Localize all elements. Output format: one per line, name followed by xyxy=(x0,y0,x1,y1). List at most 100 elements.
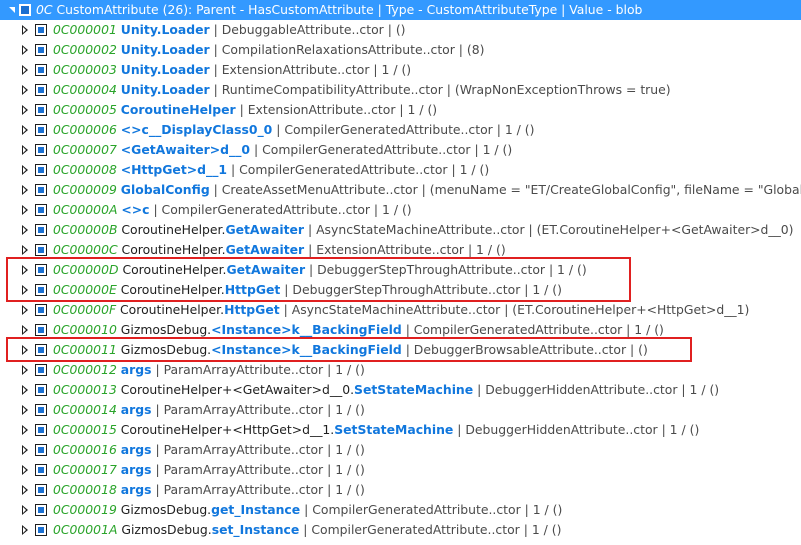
tree-node-customattribute-row[interactable]: 0C000006 <>c__DisplayClass0_0 | Compiler… xyxy=(0,120,801,140)
expand-toggle-closed-icon[interactable] xyxy=(18,40,32,60)
expand-toggle-closed-icon[interactable] xyxy=(18,400,32,420)
expand-toggle-open-icon[interactable] xyxy=(5,0,19,20)
row-token: 0C000007 xyxy=(53,142,117,157)
attribute-row-icon xyxy=(35,304,47,316)
tree-node-customattribute-row[interactable]: 0C000009 GlobalConfig | CreateAssetMenuA… xyxy=(0,180,801,200)
expand-toggle-closed-icon[interactable] xyxy=(18,60,32,80)
tree-node-customattribute-row[interactable]: 0C000014 args | ParamArrayAttribute..cto… xyxy=(0,400,801,420)
expand-toggle-closed-icon[interactable] xyxy=(18,140,32,160)
attribute-row-icon xyxy=(35,64,47,76)
tree-node-label: 0C000006 <>c__DisplayClass0_0 | Compiler… xyxy=(53,120,534,140)
row-attribute-detail: | DebuggerBrowsableAttribute..ctor | () xyxy=(401,342,648,357)
row-token: 0C00001A xyxy=(53,522,118,537)
tree-node-customattribute-row[interactable]: 0C000011 GizmosDebug.<Instance>k__Backin… xyxy=(0,340,801,360)
expand-toggle-closed-icon[interactable] xyxy=(18,260,32,280)
expand-toggle-closed-icon[interactable] xyxy=(18,520,32,540)
expand-toggle-closed-icon[interactable] xyxy=(18,420,32,440)
expand-toggle-closed-icon[interactable] xyxy=(18,220,32,240)
tree-node-label: 0C000017 args | ParamArrayAttribute..cto… xyxy=(53,460,365,480)
tree-node-customattribute-row[interactable]: 0C00000D CoroutineHelper.GetAwaiter | De… xyxy=(0,260,801,280)
attribute-row-icon xyxy=(35,524,47,536)
tree-node-customattribute-row[interactable]: 0C000013 CoroutineHelper+<GetAwaiter>d__… xyxy=(0,380,801,400)
row-token: 0C000019 xyxy=(53,502,117,517)
tree-node-label: 0C000019 GizmosDebug.get_Instance | Comp… xyxy=(53,500,562,520)
table-description: CustomAttribute (26): Parent - HasCustom… xyxy=(52,2,643,17)
expand-toggle-closed-icon[interactable] xyxy=(18,200,32,220)
tree-node-label: 0C00000B CoroutineHelper.GetAwaiter | As… xyxy=(53,220,794,240)
tree-node-customattribute-row[interactable]: 0C000018 args | ParamArrayAttribute..cto… xyxy=(0,480,801,500)
row-owner-prefix: CoroutineHelper. xyxy=(117,242,226,257)
row-owner-name: Unity.Loader xyxy=(120,42,210,57)
metadata-tree: 0C CustomAttribute (26): Parent - HasCus… xyxy=(0,0,801,540)
row-attribute-detail: | DebuggerHiddenAttribute..ctor | 1 / () xyxy=(473,382,720,397)
expand-toggle-closed-icon[interactable] xyxy=(18,440,32,460)
expand-toggle-closed-icon[interactable] xyxy=(18,160,32,180)
row-token: 0C000018 xyxy=(53,482,117,497)
row-attribute-detail: | ExtensionAttribute..ctor | 1 / () xyxy=(304,242,506,257)
row-attribute-detail: | DebuggerHiddenAttribute..ctor | 1 / () xyxy=(453,422,700,437)
expand-toggle-closed-icon[interactable] xyxy=(18,500,32,520)
tree-node-label: 0C00000D CoroutineHelper.GetAwaiter | De… xyxy=(53,260,587,280)
expand-toggle-closed-icon[interactable] xyxy=(18,340,32,360)
expand-toggle-closed-icon[interactable] xyxy=(18,80,32,100)
tree-node-customattribute-table[interactable]: 0C CustomAttribute (26): Parent - HasCus… xyxy=(0,0,801,20)
expand-toggle-closed-icon[interactable] xyxy=(18,360,32,380)
row-attribute-detail: | ExtensionAttribute..ctor | 1 / () xyxy=(209,62,412,77)
tree-node-customattribute-row[interactable]: 0C000002 Unity.Loader | CompilationRelax… xyxy=(0,40,801,60)
row-attribute-detail: | ParamArrayAttribute..ctor | 1 / () xyxy=(151,442,365,457)
expand-toggle-closed-icon[interactable] xyxy=(18,320,32,340)
tree-node-label: 0C000003 Unity.Loader | ExtensionAttribu… xyxy=(53,60,411,80)
expand-toggle-closed-icon[interactable] xyxy=(18,280,32,300)
tree-node-customattribute-row[interactable]: 0C000005 CoroutineHelper | ExtensionAttr… xyxy=(0,100,801,120)
tree-node-label: 0C00000A <>c | CompilerGeneratedAttribut… xyxy=(53,200,412,220)
row-token: 0C00000D xyxy=(53,262,119,277)
expand-toggle-closed-icon[interactable] xyxy=(18,480,32,500)
tree-node-label: 0C000018 args | ParamArrayAttribute..cto… xyxy=(53,480,365,500)
expand-toggle-closed-icon[interactable] xyxy=(18,120,32,140)
tree-node-customattribute-row[interactable]: 0C000012 args | ParamArrayAttribute..cto… xyxy=(0,360,801,380)
tree-node-customattribute-row[interactable]: 0C00000C CoroutineHelper.GetAwaiter | Ex… xyxy=(0,240,801,260)
tree-node-customattribute-row[interactable]: 0C000016 args | ParamArrayAttribute..cto… xyxy=(0,440,801,460)
row-attribute-detail: | ParamArrayAttribute..ctor | 1 / () xyxy=(151,362,365,377)
attribute-row-icon xyxy=(35,124,47,136)
row-attribute-detail: | CompilerGeneratedAttribute..ctor | 1 /… xyxy=(227,162,490,177)
tree-node-customattribute-row[interactable]: 0C00000B CoroutineHelper.GetAwaiter | As… xyxy=(0,220,801,240)
expand-toggle-closed-icon[interactable] xyxy=(18,240,32,260)
tree-node-customattribute-row[interactable]: 0C000004 Unity.Loader | RuntimeCompatibi… xyxy=(0,80,801,100)
tree-node-customattribute-row[interactable]: 0C00000A <>c | CompilerGeneratedAttribut… xyxy=(0,200,801,220)
row-token: 0C000010 xyxy=(53,322,117,337)
tree-node-customattribute-row[interactable]: 0C000010 GizmosDebug.<Instance>k__Backin… xyxy=(0,320,801,340)
tree-node-customattribute-row[interactable]: 0C00000F CoroutineHelper.HttpGet | Async… xyxy=(0,300,801,320)
tree-node-customattribute-row[interactable]: 0C000001 Unity.Loader | DebuggableAttrib… xyxy=(0,20,801,40)
attribute-row-icon xyxy=(35,284,47,296)
row-owner-name: <Instance>k__BackingField xyxy=(211,322,402,337)
tree-node-customattribute-row[interactable]: 0C00001A GizmosDebug.set_Instance | Comp… xyxy=(0,520,801,540)
expand-toggle-closed-icon[interactable] xyxy=(18,20,32,40)
attribute-row-icon xyxy=(35,24,47,36)
row-token: 0C00000C xyxy=(53,242,118,257)
tree-node-label: 0C000002 Unity.Loader | CompilationRelax… xyxy=(53,40,484,60)
tree-node-customattribute-row[interactable]: 0C000019 GizmosDebug.get_Instance | Comp… xyxy=(0,500,801,520)
tree-node-customattribute-row[interactable]: 0C000007 <GetAwaiter>d__0 | CompilerGene… xyxy=(0,140,801,160)
expand-toggle-closed-icon[interactable] xyxy=(18,100,32,120)
row-token: 0C000009 xyxy=(53,182,117,197)
tree-node-label: 0C000014 args | ParamArrayAttribute..cto… xyxy=(53,400,365,420)
expand-toggle-closed-icon[interactable] xyxy=(18,380,32,400)
row-owner-prefix: CoroutineHelper+<HttpGet>d__1. xyxy=(116,422,335,437)
row-token: 0C000011 xyxy=(53,342,117,357)
expand-toggle-closed-icon[interactable] xyxy=(18,180,32,200)
expand-toggle-closed-icon[interactable] xyxy=(18,460,32,480)
row-owner-name: GetAwaiter xyxy=(226,262,306,277)
row-owner-name: args xyxy=(120,482,152,497)
row-owner-name: HttpGet xyxy=(224,302,280,317)
expand-toggle-closed-icon[interactable] xyxy=(18,300,32,320)
tree-node-customattribute-row[interactable]: 0C000015 CoroutineHelper+<HttpGet>d__1.S… xyxy=(0,420,801,440)
row-owner-name: GetAwaiter xyxy=(225,242,305,257)
row-token: 0C000015 xyxy=(53,422,117,437)
row-owner-name: CoroutineHelper xyxy=(120,102,236,117)
tree-node-customattribute-row[interactable]: 0C000017 args | ParamArrayAttribute..cto… xyxy=(0,460,801,480)
tree-node-customattribute-row[interactable]: 0C00000E CoroutineHelper.HttpGet | Debug… xyxy=(0,280,801,300)
row-token: 0C000001 xyxy=(53,22,117,37)
tree-node-customattribute-row[interactable]: 0C000008 <HttpGet>d__1 | CompilerGenerat… xyxy=(0,160,801,180)
tree-node-customattribute-row[interactable]: 0C000003 Unity.Loader | ExtensionAttribu… xyxy=(0,60,801,80)
